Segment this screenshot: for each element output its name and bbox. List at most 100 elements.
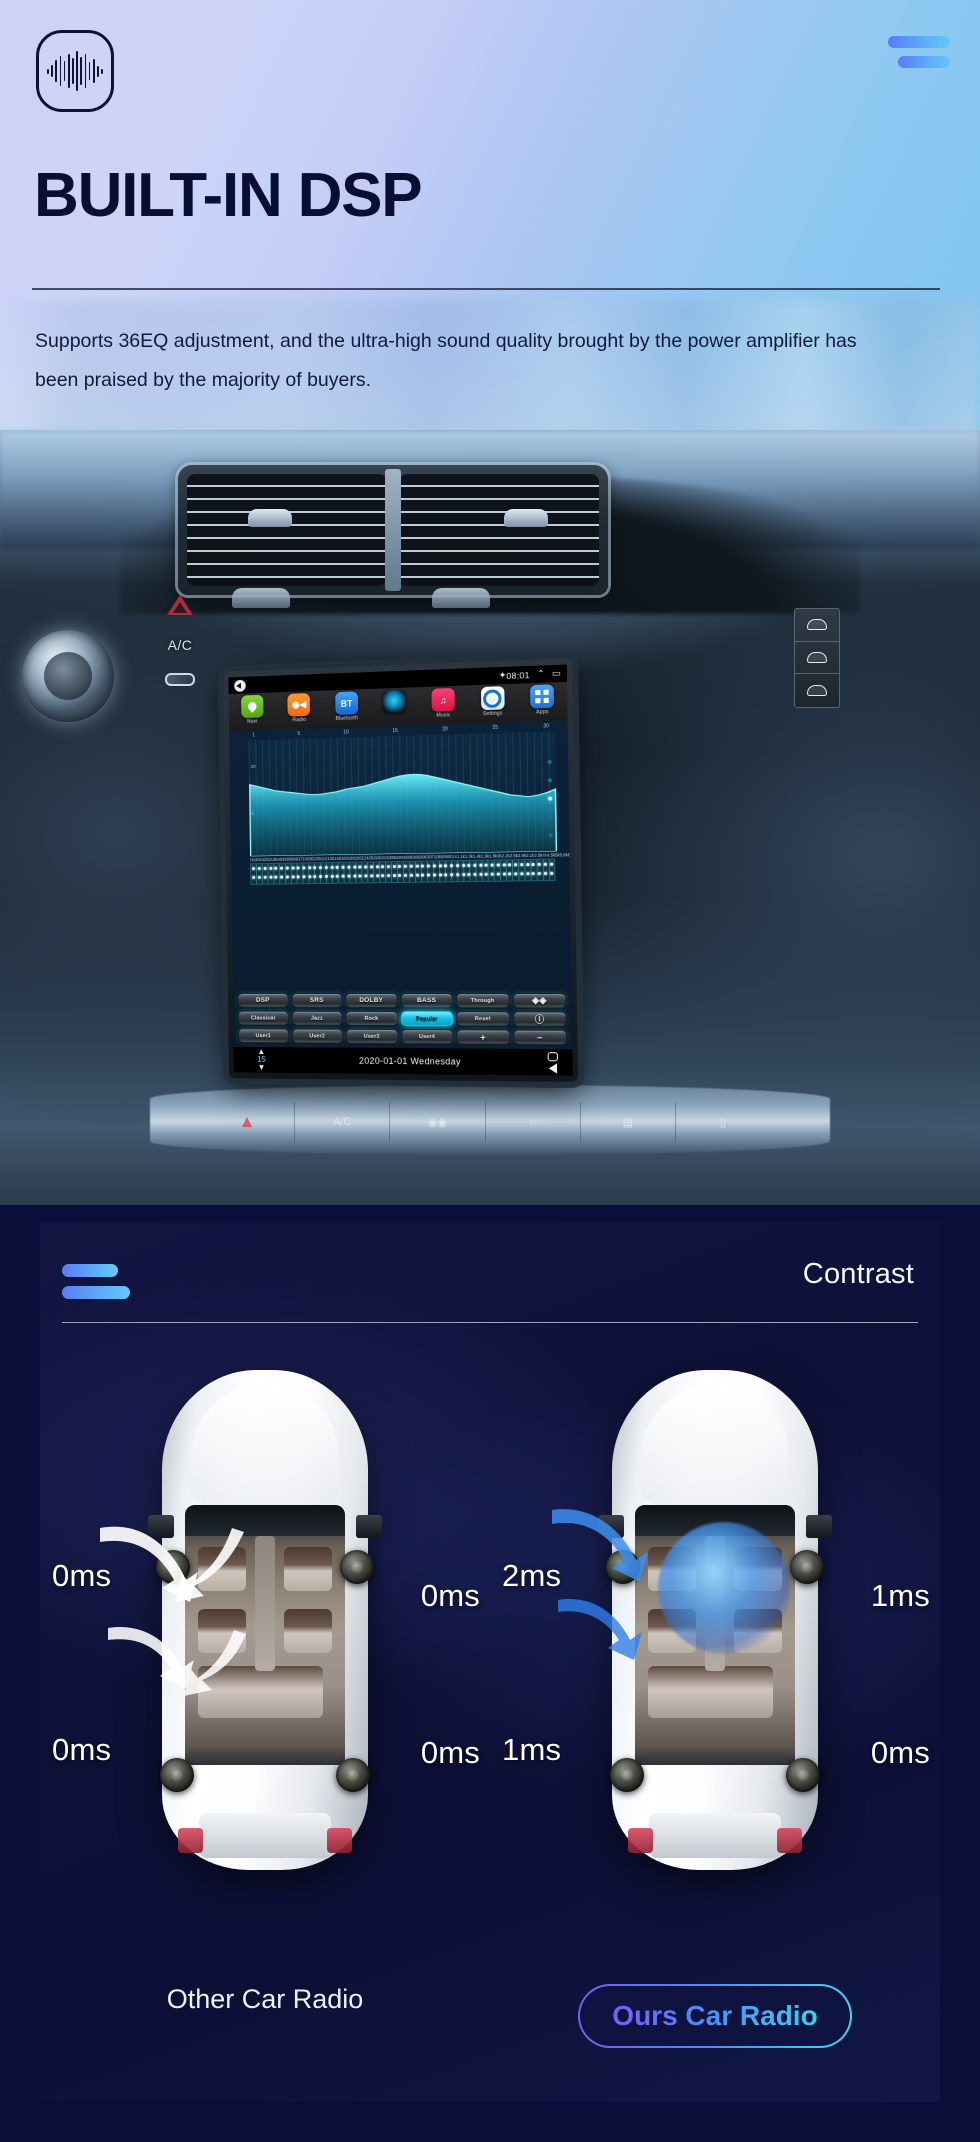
seat-heater-icon[interactable]: ▯ (676, 1102, 770, 1142)
eq-slider-dot[interactable] (364, 865, 368, 869)
eq-slider-dot[interactable] (514, 872, 518, 876)
eq-slider-dot[interactable] (490, 863, 494, 867)
eq-slider-dot[interactable] (285, 875, 289, 879)
eq-slider-dot[interactable] (269, 866, 272, 870)
app-navi[interactable]: Navi (233, 694, 272, 725)
eq-slider-dot[interactable] (381, 865, 385, 869)
eq-slider-dot[interactable] (415, 873, 419, 877)
eq-slider-dot[interactable] (404, 873, 408, 877)
eq-slider-dot[interactable] (461, 873, 465, 877)
eq-slider-dot[interactable] (537, 862, 541, 866)
eq-slider-dot[interactable] (549, 862, 553, 866)
eq-slider-dot[interactable] (479, 863, 483, 867)
eq-slider-dot[interactable] (508, 872, 512, 876)
eq-button-popular[interactable]: Popular (400, 1011, 454, 1027)
eq-button-srs[interactable]: SRS (290, 992, 343, 1008)
hazard-icon[interactable]: ▲ (200, 1102, 296, 1142)
eq-slider-dot[interactable] (409, 864, 413, 868)
eq-slider-dot[interactable] (450, 864, 454, 868)
eq-slider-dot[interactable] (543, 862, 547, 866)
hazard-triangle-icon[interactable] (167, 595, 193, 615)
fan-icon[interactable]: ◉◉ (390, 1102, 486, 1142)
eq-slider-dot[interactable] (490, 872, 494, 876)
eq-button-user3[interactable]: User3 (345, 1028, 398, 1045)
eq-slider-dot[interactable] (502, 863, 506, 867)
eq-slider-dot[interactable] (341, 874, 345, 878)
eq-slider-dot[interactable] (369, 865, 373, 869)
eq-slider-dot[interactable] (370, 874, 374, 878)
eq-slider-dot[interactable] (531, 872, 536, 876)
eq-slider-dot[interactable] (427, 864, 431, 868)
eq-slider-dot[interactable] (375, 865, 379, 869)
eq-button-rock[interactable]: Rock (345, 1010, 398, 1027)
triangle-down-icon[interactable]: ▼ (258, 1063, 266, 1072)
eq-slider-dot[interactable] (473, 863, 477, 867)
eq-button-through[interactable]: Through (455, 993, 510, 1009)
front-defrost-icon[interactable] (795, 609, 839, 642)
eq-slider-dot[interactable] (274, 866, 278, 870)
eq-slider-dot[interactable] (467, 872, 471, 877)
rear-defrost-icon[interactable]: ▤ (581, 1102, 676, 1142)
hamburger-menu-icon[interactable] (62, 1264, 132, 1299)
back-triangle-icon[interactable] (548, 1062, 558, 1074)
ours-car-radio-badge[interactable]: Ours Car Radio (578, 1984, 851, 2048)
eq-slider-dot[interactable] (392, 874, 396, 878)
eq-slider-dot[interactable] (520, 863, 524, 867)
eq-slider-dot[interactable] (444, 873, 448, 877)
eq-slider-dot[interactable] (526, 872, 530, 876)
eq-slider-dot[interactable] (543, 871, 547, 876)
hamburger-menu-icon[interactable] (878, 36, 950, 68)
eq-slider-dot[interactable] (347, 874, 351, 878)
eq-slider-dot[interactable] (531, 862, 535, 867)
eq-slider-dot[interactable] (257, 867, 261, 871)
eq-slider-dot[interactable] (336, 874, 340, 878)
vent-tab-right[interactable] (432, 588, 490, 608)
eq-slider-dot[interactable] (525, 863, 530, 867)
hvac-knob[interactable] (22, 630, 114, 722)
eq-button-dsp[interactable]: DSP (237, 992, 289, 1008)
eq-slider-dot[interactable] (308, 875, 312, 879)
eq-slider-dot[interactable] (307, 866, 311, 870)
eq-button-user4[interactable]: User4 (400, 1029, 454, 1045)
back-icon[interactable] (234, 679, 246, 692)
eq-slider-dot[interactable] (313, 875, 317, 879)
eq-slider-dot[interactable] (381, 874, 385, 878)
eq-slider-dot[interactable] (432, 864, 436, 868)
eq-slider-dot[interactable] (330, 865, 334, 869)
eq-slider-dot[interactable] (291, 866, 295, 870)
eq-slider-dot[interactable] (415, 864, 419, 868)
eq-slider-dot[interactable] (455, 864, 459, 868)
eq-slider-row-bottom[interactable] (251, 871, 554, 879)
eq-slider-dot[interactable] (280, 866, 284, 870)
eq-slider-dot[interactable] (252, 867, 256, 871)
eq-slider-dot[interactable] (280, 875, 284, 879)
eq-slider-dot[interactable] (274, 875, 278, 879)
eq-spectrum-graph[interactable]: 20 0 (248, 731, 558, 857)
recents-icon[interactable]: ▭ (552, 668, 561, 680)
eq-slider-dot[interactable] (450, 873, 454, 877)
eq-slider-dot[interactable] (444, 864, 448, 868)
eq-slider-dot[interactable] (358, 874, 362, 878)
eq-slider-dot[interactable] (296, 875, 300, 879)
eq-slider-dot[interactable] (258, 875, 261, 879)
recirculate-icon[interactable] (795, 674, 839, 707)
eq-slider-dot[interactable] (455, 873, 460, 877)
eq-button-info[interactable]: ⓘ (512, 1011, 567, 1027)
eq-slider-dot[interactable] (296, 866, 300, 870)
eq-slider-dot[interactable] (398, 873, 402, 877)
rear-defrost-icon[interactable] (795, 642, 839, 675)
ac-label[interactable]: A/C (150, 637, 210, 653)
eq-slider-dot[interactable] (473, 872, 477, 876)
eq-slider-dot[interactable] (537, 872, 541, 876)
front-defrost-icon[interactable]: ⌂ (486, 1102, 581, 1142)
eq-slider-dot[interactable] (479, 872, 483, 876)
eq-slider-dot[interactable] (467, 863, 471, 867)
eq-slider-dot[interactable] (353, 874, 357, 878)
eq-button-reset[interactable]: Reset (456, 1011, 510, 1027)
eq-button-jazz[interactable]: Jazz (291, 1010, 343, 1026)
eq-slider-dot[interactable] (508, 863, 512, 867)
eq-slider-dot[interactable] (364, 874, 368, 878)
eq-slider-dot[interactable] (496, 872, 500, 876)
eq-slider-dot[interactable] (341, 865, 345, 869)
eq-slider-dot[interactable] (496, 863, 500, 867)
